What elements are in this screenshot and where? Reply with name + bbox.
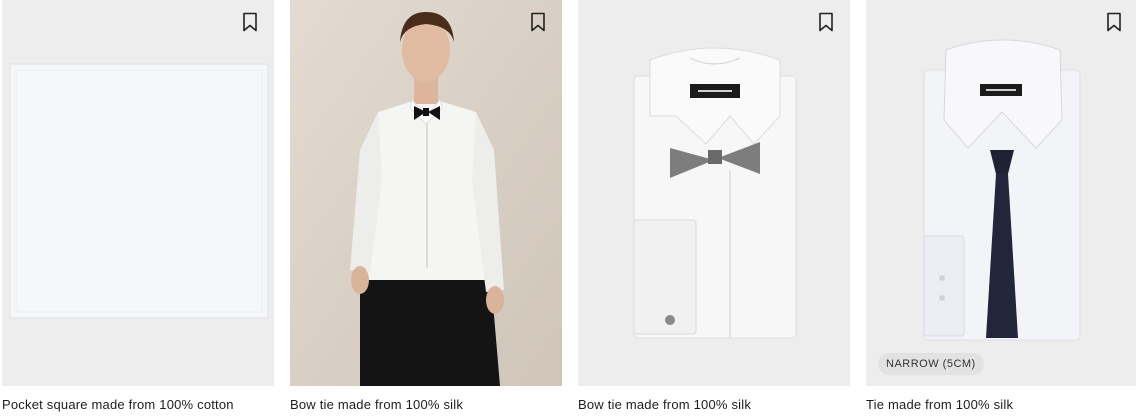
product-title[interactable]: Pocket square made from 100% cotton — [2, 397, 234, 413]
product-title[interactable]: Bow tie made from 100% silk — [290, 397, 463, 413]
product-image[interactable] — [290, 0, 562, 386]
product-card-pocket-square[interactable]: Pocket square made from 100% cotton — [2, 0, 274, 416]
bookmark-icon[interactable] — [530, 12, 546, 32]
product-card-bow-tie-model[interactable]: Bow tie made from 100% silk — [290, 0, 562, 416]
width-badge: NARROW (5CM) — [878, 353, 984, 375]
product-image[interactable]: NARROW (5CM) — [866, 0, 1136, 386]
bookmark-icon[interactable] — [242, 12, 258, 32]
shirt-tie-image — [866, 0, 1136, 386]
product-title[interactable]: Bow tie made from 100% silk — [578, 397, 751, 413]
product-card-tie[interactable]: NARROW (5CM) Tie made from 100% silk — [866, 0, 1136, 416]
pocket-square-image — [2, 0, 274, 386]
shirt-bow-tie-image — [578, 0, 850, 386]
product-image[interactable] — [578, 0, 850, 386]
bookmark-icon[interactable] — [818, 12, 834, 32]
product-card-bow-tie-shirt[interactable]: Bow tie made from 100% silk — [578, 0, 850, 416]
bookmark-icon[interactable] — [1106, 12, 1122, 32]
model-image — [290, 0, 562, 386]
product-grid: Pocket square made from 100% cotton Bow … — [0, 0, 1136, 416]
product-image[interactable] — [2, 0, 274, 386]
product-title[interactable]: Tie made from 100% silk — [866, 397, 1013, 413]
